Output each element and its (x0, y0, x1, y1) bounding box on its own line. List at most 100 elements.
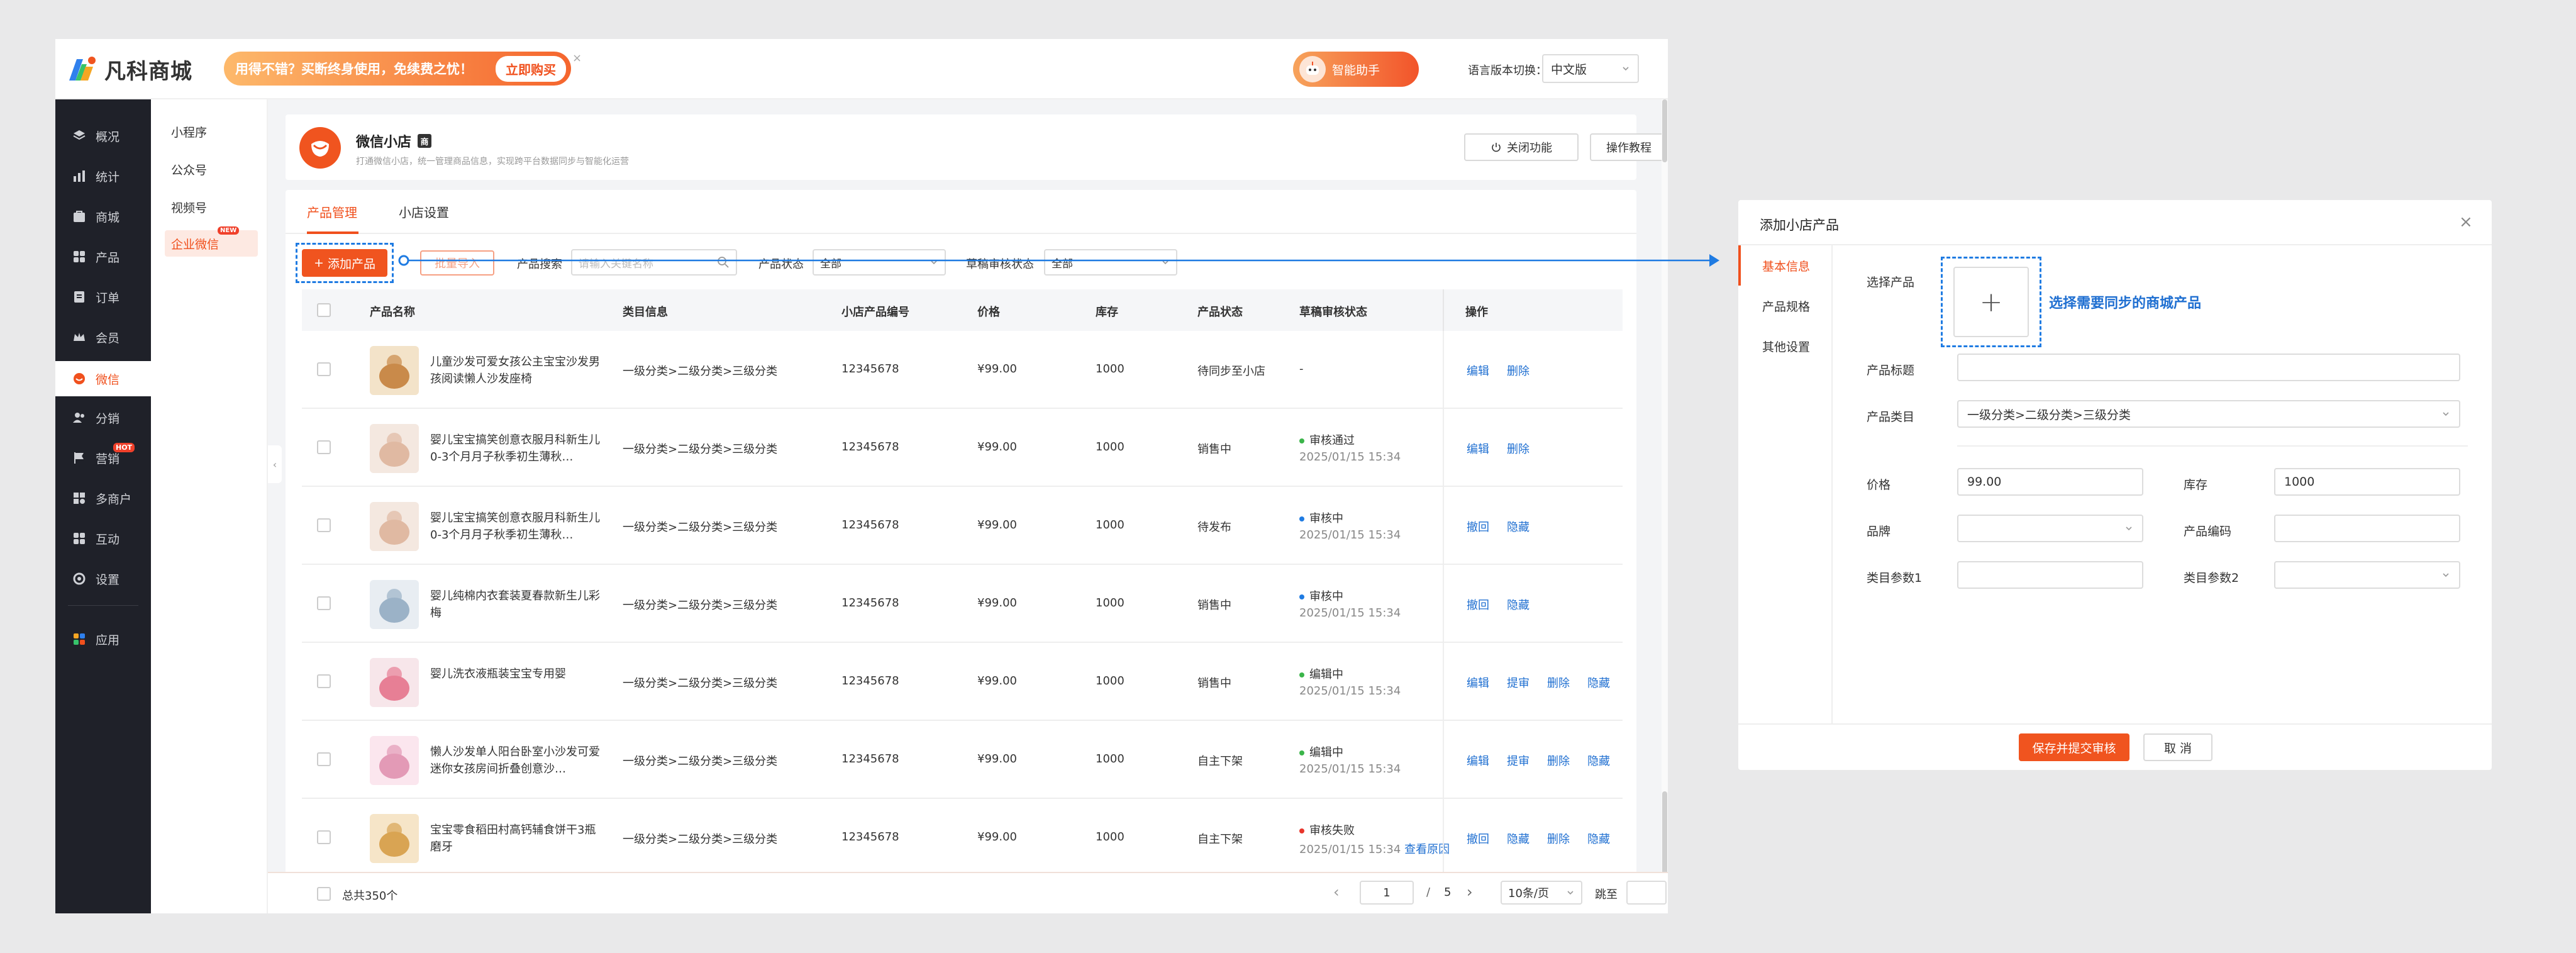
nav-item-gear[interactable]: 设置 (55, 561, 151, 596)
buy-now-button[interactable]: 立即购买 (496, 55, 566, 82)
tab-shop-settings[interactable]: 小店设置 (399, 203, 449, 221)
nav-item-users[interactable]: 分销 (55, 400, 151, 435)
row-action-1[interactable]: 隐藏 (1507, 518, 1530, 535)
row-checkbox[interactable] (317, 518, 331, 532)
nav-item-flag[interactable]: 营销 HOT (55, 440, 151, 476)
price-input[interactable]: 99.00 (1957, 468, 2143, 496)
row-action-2[interactable]: 删除 (1547, 674, 1570, 691)
prev-page-icon[interactable]: ‹ (1333, 883, 1340, 901)
row-action-0[interactable]: 编辑 (1467, 440, 1489, 457)
category-param1-input[interactable] (1957, 561, 2143, 589)
product-name[interactable]: 婴儿洗衣液瓶装宝宝专用婴 (430, 666, 601, 683)
subnav-item-label: 视频号 (171, 201, 208, 215)
row-action-0[interactable]: 撤回 (1467, 518, 1489, 535)
row-action-1[interactable]: 隐藏 (1507, 596, 1530, 613)
cancel-button[interactable]: 取 消 (2143, 733, 2212, 761)
crown-icon (74, 333, 85, 341)
product-name[interactable]: 婴儿宝宝搞笑创意衣服月科新生儿0-3个月月子秋季初生薄秋… (430, 510, 601, 543)
row-action-3[interactable]: 隐藏 (1587, 752, 1610, 769)
subnav-item-2[interactable]: 视频号 (165, 194, 258, 220)
jump-page-input[interactable] (1626, 881, 1667, 905)
nav-item-chart[interactable]: 统计 (55, 159, 151, 194)
row-action-1[interactable]: 删除 (1507, 440, 1530, 457)
dialog-nav-specs[interactable]: 产品规格 (1738, 286, 1833, 326)
nav-item-store[interactable]: 商城 (55, 199, 151, 234)
product-name[interactable]: 儿童沙发可爱女孩公主宝宝沙发男孩阅读懒人沙发座椅 (430, 354, 601, 387)
product-name[interactable]: 懒人沙发单人阳台卧室小沙发可爱迷你女孩房间折叠创意沙… (430, 744, 601, 777)
promo-banner[interactable]: 用得不错？买断终身使用，免续费之忧！ 立即购买 (224, 52, 571, 86)
product-title-input[interactable] (1957, 354, 2460, 381)
next-page-icon[interactable]: › (1467, 883, 1473, 901)
ai-assistant-button[interactable]: 智能助手 (1293, 52, 1419, 87)
nav-item-apps[interactable]: 应用 (55, 621, 151, 657)
product-name[interactable]: 宝宝零食稻田村高钙辅食饼干3瓶磨牙 (430, 822, 601, 855)
audit-filter-label: 草稿审核状态 (966, 258, 1034, 271)
product-stock: 1000 (1096, 362, 1124, 376)
nav-item-shops[interactable]: 多商户 (55, 481, 151, 516)
nav-item-layers[interactable]: 概况 (55, 118, 151, 153)
status-filter-select[interactable]: 全部 (813, 249, 946, 276)
row-checkbox[interactable] (317, 362, 331, 376)
nav-item-grid[interactable]: 产品 (55, 239, 151, 274)
product-category: 一级分类>二级分类>三级分类 (623, 677, 778, 690)
product-code-input[interactable] (2274, 515, 2460, 542)
row-checkbox[interactable] (317, 674, 331, 688)
scrollbar-thumb[interactable] (1662, 99, 1667, 162)
row-action-1[interactable]: 删除 (1507, 362, 1530, 379)
row-checkbox[interactable] (317, 596, 331, 610)
chevron-down-icon (2443, 573, 2449, 577)
language-select[interactable]: 中文版 (1542, 54, 1639, 83)
actions-divider (1443, 487, 1444, 565)
collapse-sidebar-button[interactable]: ‹ (268, 445, 282, 483)
shop-product-code: 12345678 (841, 830, 899, 844)
nav-item-wechat[interactable]: 微信 (55, 361, 151, 396)
row-action-0[interactable]: 编辑 (1467, 362, 1489, 379)
row-checkbox[interactable] (317, 830, 331, 844)
row-checkbox[interactable] (317, 440, 331, 454)
category-param2-select[interactable] (2274, 561, 2460, 589)
row-action-0[interactable]: 撤回 (1467, 596, 1489, 613)
row-action-1[interactable]: 提审 (1507, 752, 1530, 769)
bulk-import-button[interactable]: 批量导入 (420, 250, 494, 276)
nav-item-interact[interactable]: 互动 (55, 521, 151, 556)
audit-filter-select[interactable]: 全部 (1044, 249, 1177, 276)
search-input[interactable]: 请输入关键名称 (571, 249, 737, 276)
promo-close-icon[interactable]: × (572, 52, 582, 65)
subnav-item-1[interactable]: 公众号 (165, 156, 258, 182)
row-action-0[interactable]: 编辑 (1467, 752, 1489, 769)
tab-product-management[interactable]: 产品管理 (307, 203, 357, 221)
product-category-select[interactable]: 一级分类>二级分类>三级分类 (1957, 400, 2460, 428)
page-size-select[interactable]: 10条/页 (1501, 881, 1582, 905)
footer-select-all-checkbox[interactable] (317, 887, 331, 901)
dialog-nav-other-settings[interactable]: 其他设置 (1738, 326, 1833, 366)
row-action-2[interactable]: 删除 (1547, 830, 1570, 847)
page-number-input[interactable]: 1 (1360, 881, 1414, 905)
row-action-3[interactable]: 隐藏 (1587, 830, 1610, 847)
product-name[interactable]: 婴儿宝宝搞笑创意衣服月科新生儿0-3个月月子秋季初生薄秋… (430, 432, 601, 465)
select-all-checkbox[interactable] (317, 303, 331, 317)
row-action-3[interactable]: 隐藏 (1587, 674, 1610, 691)
row-action-1[interactable]: 提审 (1507, 674, 1530, 691)
brand-logo[interactable]: 凡科商城 (65, 53, 192, 86)
nav-item-order[interactable]: 订单 (55, 279, 151, 315)
brand-select[interactable] (1957, 515, 2143, 542)
close-icon[interactable]: × (2459, 213, 2473, 231)
scrollbar-thumb-lower[interactable] (1662, 791, 1667, 874)
save-submit-button[interactable]: 保存并提交审核 (2019, 733, 2129, 761)
tutorial-button[interactable]: 操作教程 (1590, 133, 1668, 161)
secondary-sidebar: 小程序公众号视频号企业微信 NEW (151, 99, 268, 913)
row-checkbox[interactable] (317, 752, 331, 766)
close-feature-button[interactable]: 关闭功能 (1464, 133, 1579, 161)
stock-input[interactable]: 1000 (2274, 468, 2460, 496)
row-action-1[interactable]: 隐藏 (1507, 830, 1530, 847)
dialog-nav-basic-info[interactable]: 基本信息 (1738, 245, 1833, 286)
row-action-0[interactable]: 编辑 (1467, 674, 1489, 691)
subnav-item-3[interactable]: 企业微信 NEW (165, 226, 258, 257)
product-name[interactable]: 婴儿纯棉内衣套装夏春款新生儿彩梅 (430, 588, 601, 621)
subnav-item-0[interactable]: 小程序 (165, 118, 258, 145)
nav-item-crown[interactable]: 会员 (55, 320, 151, 355)
row-action-0[interactable]: 撤回 (1467, 830, 1489, 847)
add-product-button[interactable]: + 添加产品 (302, 249, 387, 277)
row-action-2[interactable]: 删除 (1547, 752, 1570, 769)
select-product-button[interactable]: + (1953, 267, 2029, 337)
